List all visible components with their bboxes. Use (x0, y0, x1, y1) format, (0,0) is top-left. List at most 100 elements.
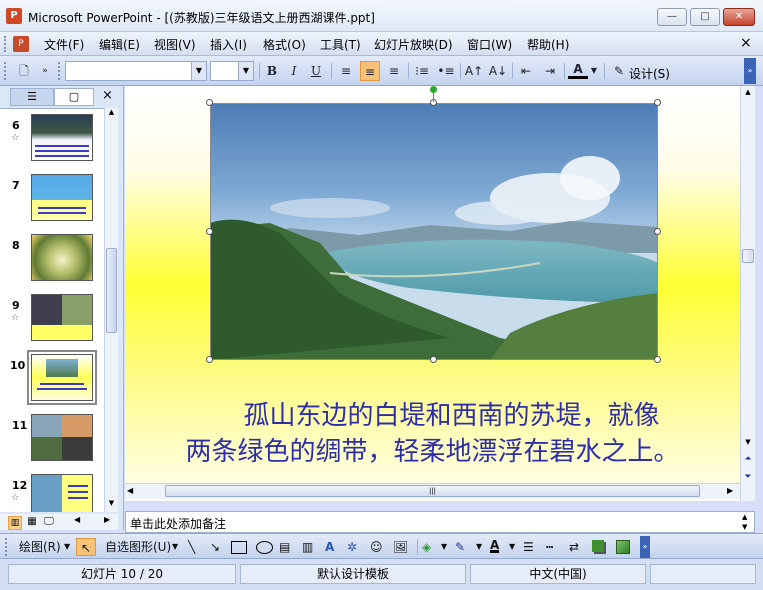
dash-style-icon[interactable]: ┅ (546, 538, 553, 556)
font-size-combo[interactable]: ▼ (210, 61, 254, 81)
scroll-right-icon[interactable]: ▶ (104, 515, 110, 524)
chevron-down-icon[interactable]: ▼ (476, 538, 482, 556)
scrollbar-thumb[interactable]: ||| (165, 485, 700, 497)
previous-slide-icon[interactable]: ⏶ (741, 454, 755, 464)
notes-pane[interactable]: 单击此处添加备注 ▲ ▼ (125, 511, 755, 533)
resize-handle[interactable] (206, 99, 213, 106)
wordart-icon[interactable]: A (325, 538, 334, 556)
menu-help[interactable]: 帮助(H) (527, 36, 569, 53)
scroll-down-icon[interactable]: ▼ (741, 438, 755, 446)
scroll-up-icon[interactable]: ▲ (742, 513, 747, 521)
slide-thumbnail-9[interactable] (31, 294, 93, 341)
align-center-icon[interactable]: ≡ (360, 61, 380, 81)
align-left-icon[interactable]: ≡ (336, 61, 356, 81)
slide-thumbnail-6[interactable] (31, 114, 93, 161)
next-slide-icon[interactable]: ⏷ (741, 472, 755, 482)
slide-thumbnail-8[interactable] (31, 234, 93, 281)
font-name-combo[interactable]: ▼ (65, 61, 207, 81)
document-close-button[interactable]: × (740, 35, 752, 51)
scroll-up-icon[interactable]: ▲ (105, 108, 118, 120)
scroll-down-icon[interactable]: ▼ (105, 499, 118, 511)
bulleted-list-icon[interactable]: •≡ (436, 61, 456, 81)
menu-view[interactable]: 视图(V) (154, 36, 196, 53)
menu-format[interactable]: 格式(O) (263, 36, 306, 53)
insert-picture-icon[interactable]: 🖼 (393, 538, 408, 556)
resize-handle[interactable] (206, 228, 213, 235)
line-color-icon[interactable]: ✎ (455, 538, 465, 556)
chevron-down-icon[interactable]: ▼ (441, 538, 447, 556)
menu-insert[interactable]: 插入(I) (210, 36, 247, 53)
3d-style-icon[interactable] (616, 540, 630, 554)
clipart-icon[interactable]: ☺ (370, 538, 383, 556)
underline-button[interactable]: U (306, 61, 326, 81)
resize-handle[interactable] (206, 356, 213, 363)
menu-slideshow[interactable]: 幻灯片放映(D) (374, 36, 453, 53)
toolbar-options-icon[interactable]: » (744, 58, 756, 84)
toolbar-overflow-icon[interactable]: » (38, 61, 52, 81)
arrow-style-icon[interactable]: ⇄ (569, 538, 579, 556)
slide-canvas[interactable]: 孤山东边的白堤和西南的苏堤，就像 两条绿色的绸带，轻柔地漂浮在碧水之上。 (125, 86, 740, 501)
chevron-down-icon[interactable]: ▼ (238, 62, 253, 80)
tab-slides[interactable]: ▢ (54, 88, 94, 106)
scroll-left-icon[interactable]: ◀ (127, 486, 133, 495)
slide-horizontal-scrollbar[interactable]: ◀ ||| ▶ (125, 483, 740, 499)
align-right-icon[interactable]: ≡ (384, 61, 404, 81)
resize-handle[interactable] (654, 99, 661, 106)
normal-view-icon[interactable]: ▥ (8, 516, 22, 530)
decrease-indent-icon[interactable]: ⇤ (516, 61, 536, 81)
shadow-style-icon[interactable] (592, 540, 604, 552)
line-tool-icon[interactable]: ╲ (188, 538, 195, 556)
menu-grip[interactable] (4, 36, 8, 52)
status-language[interactable]: 中文(中国) (470, 564, 646, 584)
thumbnail-scrollbar[interactable]: ▲ ▼ (104, 108, 118, 512)
increase-font-icon[interactable]: A↑ (464, 61, 484, 81)
menu-window[interactable]: 窗口(W) (467, 36, 512, 53)
resize-handle[interactable] (430, 356, 437, 363)
powerpoint-app-icon[interactable]: P (6, 8, 22, 24)
document-icon[interactable]: P (13, 36, 29, 52)
toolbar-grip-2[interactable] (58, 62, 61, 80)
scrollbar-thumb[interactable] (742, 249, 754, 263)
scroll-right-icon[interactable]: ▶ (727, 486, 733, 495)
scroll-down-icon[interactable]: ▼ (742, 523, 747, 531)
slide-vertical-scrollbar[interactable]: ▲ ▼ ⏶ ⏷ (740, 86, 755, 501)
oval-tool-icon[interactable] (256, 541, 273, 554)
scroll-left-icon[interactable]: ◀ (74, 515, 80, 524)
font-color-icon[interactable]: A (490, 538, 500, 553)
toolbar-grip[interactable] (4, 62, 7, 80)
resize-handle[interactable] (654, 356, 661, 363)
decrease-font-icon[interactable]: A↓ (488, 61, 508, 81)
scroll-up-icon[interactable]: ▲ (741, 88, 755, 96)
slide-body-text[interactable]: 孤山东边的白堤和西南的苏堤，就像 两条绿色的绸带，轻柔地漂浮在碧水之上。 (125, 398, 740, 470)
tab-outline[interactable]: ☰ (10, 88, 54, 106)
slide-thumbnail-12[interactable] (31, 474, 93, 512)
slide-thumbnail-11[interactable] (31, 414, 93, 461)
autoshapes-button[interactable]: 自选图形(U) (105, 538, 171, 556)
pane-close-button[interactable]: × (102, 88, 113, 103)
slide-thumbnail-10[interactable] (31, 354, 93, 401)
menu-edit[interactable]: 编辑(E) (99, 36, 140, 53)
new-document-icon[interactable]: 🗋 (14, 61, 34, 81)
chevron-down-icon[interactable]: ▼ (191, 62, 206, 80)
fill-color-icon[interactable]: ◈ (422, 538, 431, 556)
menu-tools[interactable]: 工具(T) (320, 36, 361, 53)
italic-button[interactable]: I (284, 61, 304, 81)
increase-indent-icon[interactable]: ⇥ (540, 61, 560, 81)
scrollbar-thumb[interactable] (106, 248, 117, 333)
maximize-button[interactable]: □ (690, 8, 720, 26)
design-button[interactable]: 设计(S) (629, 65, 670, 82)
textbox-tool-icon[interactable]: ▤ (279, 538, 290, 556)
draw-menu-button[interactable]: 绘图(R) (19, 538, 61, 556)
toolbar-grip[interactable] (5, 538, 8, 556)
chevron-down-icon[interactable]: ▼ (172, 538, 178, 556)
chevron-down-icon[interactable]: ▼ (509, 538, 515, 556)
toolbar-options-icon[interactable]: » (640, 536, 650, 558)
minimize-button[interactable]: — (657, 8, 687, 26)
slide-sorter-view-icon[interactable]: ▦ (25, 516, 39, 530)
chevron-down-icon[interactable]: ▼ (64, 538, 70, 556)
vertical-textbox-icon[interactable]: ▥ (302, 538, 313, 556)
diagram-icon[interactable]: ✲ (347, 538, 357, 556)
chevron-down-icon[interactable]: ▼ (589, 61, 599, 81)
menu-file[interactable]: 文件(F) (44, 36, 84, 53)
resize-handle[interactable] (654, 228, 661, 235)
